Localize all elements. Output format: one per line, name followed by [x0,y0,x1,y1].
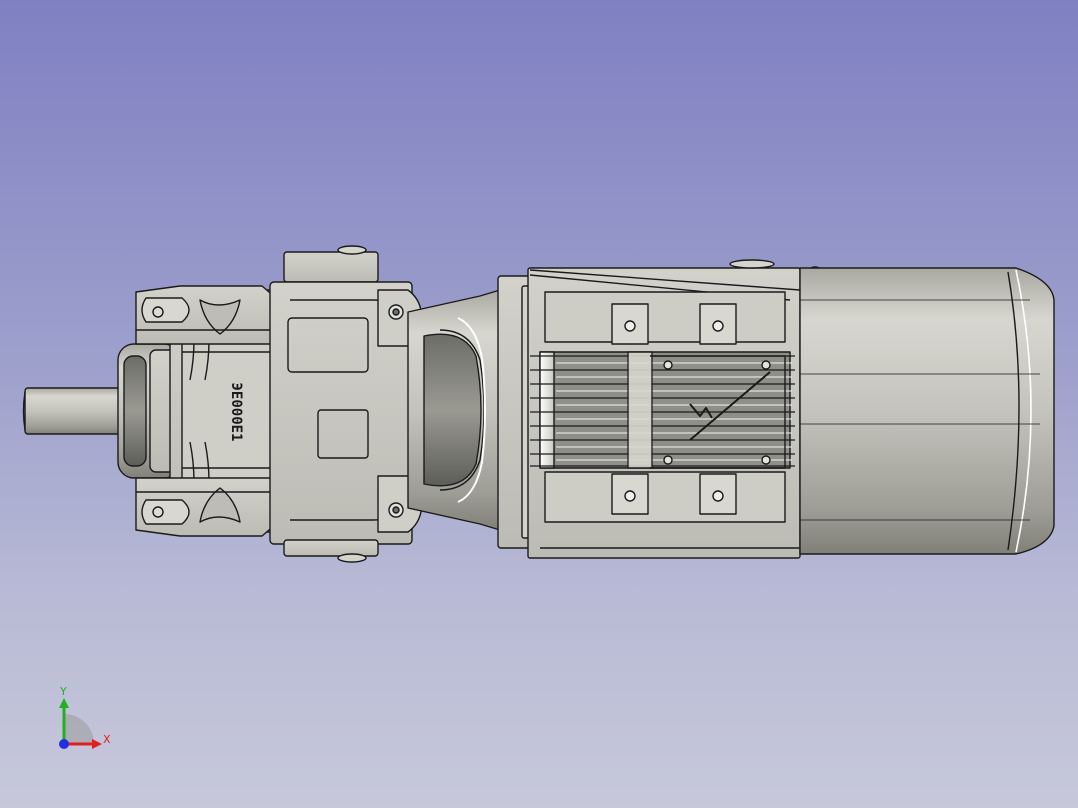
motor-adapter-neck[interactable] [407,289,501,531]
motor-fin-cage[interactable] [527,259,824,559]
3d-viewport[interactable]: ЭE000E1 Y X [0,0,1078,808]
motor-body[interactable] [799,267,1055,555]
mounting-lug-bottom[interactable] [135,477,277,537]
gear-motor-model[interactable]: ЭE000E1 [0,0,1078,808]
axis-triad[interactable]: Y X [50,684,120,754]
gearbox-block[interactable] [269,245,423,563]
x-axis-label: X [103,733,111,746]
output-shaft[interactable] [22,387,121,435]
housing-marking: ЭE000E1 [228,382,244,441]
y-axis-label: Y [60,685,67,698]
mounting-lug-top[interactable] [135,285,277,345]
